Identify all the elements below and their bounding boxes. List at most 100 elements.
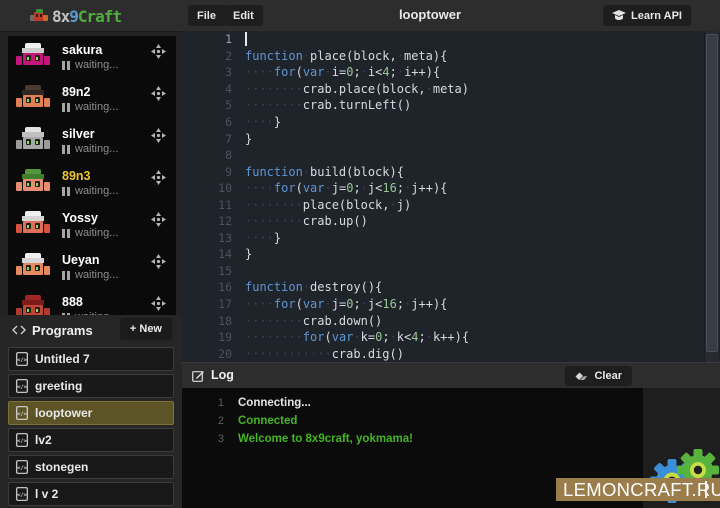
player-row[interactable]: 89n3waiting... xyxy=(8,162,176,204)
locate-compass-icon[interactable] xyxy=(151,128,166,143)
watermark-band: LEMONCRAFT.RU xyxy=(556,478,720,501)
code-line: 12········crab.up() xyxy=(182,213,720,230)
program-item-selected[interactable]: </>looptower xyxy=(8,401,174,425)
line-number: 15 xyxy=(182,264,245,278)
crab-avatar xyxy=(16,127,50,155)
locate-compass-icon[interactable] xyxy=(151,44,166,59)
locate-compass-icon[interactable] xyxy=(151,296,166,311)
player-status-label: waiting... xyxy=(75,143,118,155)
menu-file[interactable]: File xyxy=(188,5,225,26)
program-item-label: stonegen xyxy=(35,460,88,474)
program-item-label: l v 2 xyxy=(35,487,58,501)
pause-icon xyxy=(62,229,70,238)
player-status-label: waiting... xyxy=(75,59,118,71)
app-logo: 8x9Craft xyxy=(30,5,121,27)
player-status: waiting... xyxy=(62,227,176,239)
line-number: 9 xyxy=(182,165,245,179)
line-number: 11 xyxy=(182,198,245,212)
editor-scrollbar[interactable] xyxy=(704,31,719,362)
graduation-cap-icon xyxy=(612,10,626,21)
code-line: 20············crab.dig() xyxy=(182,345,720,362)
player-row[interactable]: sakurawaiting... xyxy=(8,36,176,78)
code-editor[interactable]: 12function·place(block,·meta){3····for(v… xyxy=(182,31,720,362)
crab-avatar xyxy=(16,169,50,197)
svg-text:</>: </> xyxy=(17,438,27,444)
line-number: 12 xyxy=(182,214,245,228)
locate-compass-icon[interactable] xyxy=(151,254,166,269)
log-line-number: 2 xyxy=(182,415,238,427)
code-line: 7} xyxy=(182,130,720,147)
new-program-button[interactable]: + New xyxy=(120,318,172,340)
log-message: Connected xyxy=(238,415,297,427)
scrollbar-thumb[interactable] xyxy=(706,34,718,352)
player-status-label: waiting... xyxy=(75,185,118,197)
code-line: 18········crab.down() xyxy=(182,312,720,329)
code-line: 2function·place(block,·meta){ xyxy=(182,48,720,65)
learn-api-button[interactable]: Learn API xyxy=(603,5,691,26)
log-line: 2Connected xyxy=(182,412,643,430)
log-title-label: Log xyxy=(211,368,234,382)
player-row[interactable]: Yossywaiting... xyxy=(8,204,176,246)
clear-log-button[interactable]: Clear xyxy=(565,366,632,386)
program-item[interactable]: </> l v 2 xyxy=(8,482,174,506)
line-number: 20 xyxy=(182,347,245,361)
locate-compass-icon[interactable] xyxy=(151,86,166,101)
svg-text:</>: </> xyxy=(17,357,27,363)
top-header-bar: 8x9Craft File Edit looptower Learn API xyxy=(0,0,720,32)
log-message: Welcome to 8x9craft, yokmama! xyxy=(238,433,413,445)
player-status-label: waiting... xyxy=(75,269,118,281)
code-line: 19········for(var·k=0;·k<4;·k++){ xyxy=(182,329,720,346)
menu-edit[interactable]: Edit xyxy=(224,5,263,26)
learn-api-label: Learn API xyxy=(631,10,682,22)
text-cursor xyxy=(245,32,247,46)
player-list-panel: sakurawaiting...89n2waiting...silverwait… xyxy=(8,36,176,315)
program-item[interactable]: </> stonegen xyxy=(8,455,174,479)
code-line: 15 xyxy=(182,263,720,280)
code-line: 14} xyxy=(182,246,720,263)
program-item[interactable]: </>greeting xyxy=(8,374,174,398)
program-item[interactable]: </>Untitled 7 xyxy=(8,347,174,371)
pause-icon xyxy=(62,271,70,280)
svg-text:</>: </> xyxy=(17,492,27,498)
crab-avatar xyxy=(16,211,50,239)
program-item[interactable]: </> lv2 xyxy=(8,428,174,452)
line-number: 13 xyxy=(182,231,245,245)
code-line: 8 xyxy=(182,147,720,164)
new-program-label: + New xyxy=(130,323,162,335)
line-number: 14 xyxy=(182,247,245,261)
pause-icon xyxy=(62,61,70,70)
player-status: waiting... xyxy=(62,101,176,113)
line-number: 17 xyxy=(182,297,245,311)
log-message: Connecting... xyxy=(238,397,311,409)
line-number: 6 xyxy=(182,115,245,129)
code-line: 17····for(var·j=0;·j<16;·j++){ xyxy=(182,296,720,313)
code-line: 10····for(var·j=0;·j<16;·j++){ xyxy=(182,180,720,197)
watermark-text: LEMONCRAFT.RU xyxy=(556,478,720,501)
locate-compass-icon[interactable] xyxy=(151,212,166,227)
log-line-number: 1 xyxy=(182,397,238,409)
program-file-icon: </> xyxy=(16,433,28,447)
log-header-bar: Log Clear xyxy=(182,362,720,389)
line-number: 8 xyxy=(182,148,245,162)
player-row[interactable]: 89n2waiting... xyxy=(8,78,176,120)
crab-avatar xyxy=(16,43,50,71)
crab-avatar xyxy=(16,295,50,315)
player-row[interactable]: Ueyanwaiting... xyxy=(8,246,176,288)
line-number: 3 xyxy=(182,65,245,79)
program-item-label: lv2 xyxy=(35,433,52,447)
line-number: 16 xyxy=(182,280,245,294)
logo-text-8x: 8x xyxy=(52,7,69,26)
player-row[interactable]: silverwaiting... xyxy=(8,120,176,162)
program-file-icon: </> xyxy=(16,487,28,501)
player-row[interactable]: 888waiting... xyxy=(8,288,176,315)
pause-icon xyxy=(62,145,70,154)
document-title: looptower xyxy=(330,7,530,22)
code-line: 13····} xyxy=(182,230,720,247)
line-number: 4 xyxy=(182,82,245,96)
svg-text:</>: </> xyxy=(17,465,27,471)
locate-compass-icon[interactable] xyxy=(151,170,166,185)
line-number: 18 xyxy=(182,314,245,328)
log-line: 1Connecting... xyxy=(182,394,643,412)
player-status-label: waiting... xyxy=(75,101,118,113)
eraser-icon xyxy=(575,372,588,381)
